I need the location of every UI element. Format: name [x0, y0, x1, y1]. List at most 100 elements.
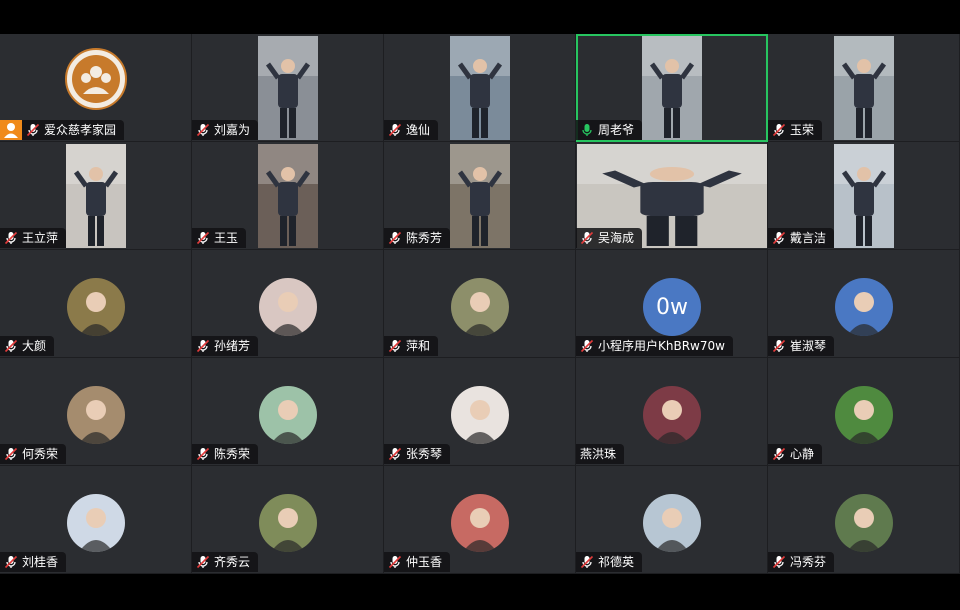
participant-name: 刘桂香 — [22, 555, 59, 569]
participant-name: 爱众慈孝家园 — [44, 123, 117, 137]
participant-name: 玉荣 — [790, 123, 815, 137]
participant-avatar — [259, 494, 317, 552]
participant-name: 张秀琴 — [406, 447, 443, 461]
participant-avatar — [67, 494, 125, 552]
microphone-icon — [580, 123, 594, 137]
participant-tile[interactable]: 心静 — [768, 358, 960, 466]
participant-tile[interactable]: 周老爷 — [576, 34, 768, 142]
participant-name: 逸仙 — [406, 123, 431, 137]
microphone-muted-icon — [388, 231, 402, 245]
participant-name-label: 心静 — [768, 444, 823, 464]
participant-tile[interactable]: 王立萍 — [0, 142, 192, 250]
participant-tile[interactable]: 玉荣 — [768, 34, 960, 142]
participant-video — [642, 36, 702, 140]
participant-avatar — [835, 386, 893, 444]
participant-tile[interactable]: 大颜 — [0, 250, 192, 358]
participant-name-label: 燕洪珠 — [576, 444, 625, 464]
participant-tile[interactable]: 吴海成 — [576, 142, 768, 250]
participant-grid: 爱众慈孝家园 刘嘉为 逸仙 周老爷 玉荣王立萍 王玉 陈秀芳 吴海成 戴言洁大颜 孙绪芳 萍和 0w 小… — [0, 34, 960, 574]
participant-name-label: 王立萍 — [0, 228, 67, 248]
participant-avatar — [259, 278, 317, 336]
microphone-muted-icon — [196, 339, 210, 353]
participant-avatar — [451, 386, 509, 444]
participant-tile[interactable]: 冯秀芬 — [768, 466, 960, 574]
participant-name: 王立萍 — [22, 231, 59, 245]
participant-name-label: 爱众慈孝家园 — [22, 120, 125, 140]
participant-name: 齐秀云 — [214, 555, 251, 569]
participant-name-label: 冯秀芬 — [768, 552, 835, 572]
participant-tile[interactable]: 陈秀荣 — [192, 358, 384, 466]
participant-name: 陈秀芳 — [406, 231, 443, 245]
participant-name: 何秀荣 — [22, 447, 59, 461]
microphone-muted-icon — [4, 231, 18, 245]
participant-name-label: 刘嘉为 — [192, 120, 259, 140]
participant-tile[interactable]: 燕洪珠 — [576, 358, 768, 466]
participant-avatar — [643, 386, 701, 444]
participant-name: 吴海成 — [598, 231, 635, 245]
participant-name: 小程序用户KhBRw70w — [598, 339, 725, 353]
microphone-muted-icon — [388, 447, 402, 461]
participant-name-label: 刘桂香 — [0, 552, 67, 572]
participant-name-label: 仲玉香 — [384, 552, 451, 572]
participant-name-label: 吴海成 — [576, 228, 643, 248]
participant-name-label: 小程序用户KhBRw70w — [576, 336, 733, 356]
participant-name-label: 崔淑琴 — [768, 336, 835, 356]
participant-video — [258, 36, 318, 140]
participant-name: 心静 — [790, 447, 815, 461]
microphone-muted-icon — [388, 555, 402, 569]
participant-tile[interactable]: 0w 小程序用户KhBRw70w — [576, 250, 768, 358]
microphone-muted-icon — [772, 339, 786, 353]
participant-tile[interactable]: 王玉 — [192, 142, 384, 250]
participant-tile[interactable]: 陈秀芳 — [384, 142, 576, 250]
participant-name: 祁德英 — [598, 555, 635, 569]
participant-avatar — [451, 494, 509, 552]
microphone-muted-icon — [26, 123, 40, 137]
participant-tile[interactable]: 祁德英 — [576, 466, 768, 574]
participant-video — [258, 144, 318, 248]
participant-name-label: 陈秀芳 — [384, 228, 451, 248]
participant-tile[interactable]: 戴言洁 — [768, 142, 960, 250]
microphone-muted-icon — [580, 339, 594, 353]
participant-name: 燕洪珠 — [580, 447, 617, 461]
participant-tile[interactable]: 崔淑琴 — [768, 250, 960, 358]
participant-video — [450, 144, 510, 248]
participant-name: 崔淑琴 — [790, 339, 827, 353]
participant-name-label: 玉荣 — [768, 120, 823, 140]
participant-name-label: 逸仙 — [384, 120, 439, 140]
participant-name: 大颜 — [22, 339, 47, 353]
microphone-muted-icon — [580, 555, 594, 569]
participant-tile[interactable]: 仲玉香 — [384, 466, 576, 574]
participant-name-label: 周老爷 — [576, 120, 643, 140]
microphone-muted-icon — [4, 555, 18, 569]
participant-name: 周老爷 — [598, 123, 635, 137]
participant-name-label: 戴言洁 — [768, 228, 835, 248]
participant-video — [834, 36, 894, 140]
participant-tile[interactable]: 刘嘉为 — [192, 34, 384, 142]
participant-name-label: 孙绪芳 — [192, 336, 259, 356]
participant-tile[interactable]: 逸仙 — [384, 34, 576, 142]
host-icon — [0, 120, 22, 140]
participant-avatar — [259, 386, 317, 444]
participant-avatar — [67, 386, 125, 444]
participant-name: 戴言洁 — [790, 231, 827, 245]
participant-avatar — [451, 278, 509, 336]
participant-tile[interactable]: 刘桂香 — [0, 466, 192, 574]
participant-tile[interactable]: 孙绪芳 — [192, 250, 384, 358]
participant-name: 王玉 — [214, 231, 239, 245]
participant-tile[interactable]: 萍和 — [384, 250, 576, 358]
participant-name-label: 大颜 — [0, 336, 55, 356]
participant-name-label: 张秀琴 — [384, 444, 451, 464]
organization-logo — [65, 48, 127, 110]
participant-name-label: 王玉 — [192, 228, 247, 248]
participant-tile[interactable]: 齐秀云 — [192, 466, 384, 574]
microphone-muted-icon — [580, 231, 594, 245]
participant-tile[interactable]: 何秀荣 — [0, 358, 192, 466]
microphone-muted-icon — [772, 447, 786, 461]
participant-video — [450, 36, 510, 140]
participant-name: 仲玉香 — [406, 555, 443, 569]
microphone-muted-icon — [4, 339, 18, 353]
participant-avatar — [67, 278, 125, 336]
microphone-muted-icon — [196, 447, 210, 461]
participant-tile[interactable]: 爱众慈孝家园 — [0, 34, 192, 142]
participant-tile[interactable]: 张秀琴 — [384, 358, 576, 466]
